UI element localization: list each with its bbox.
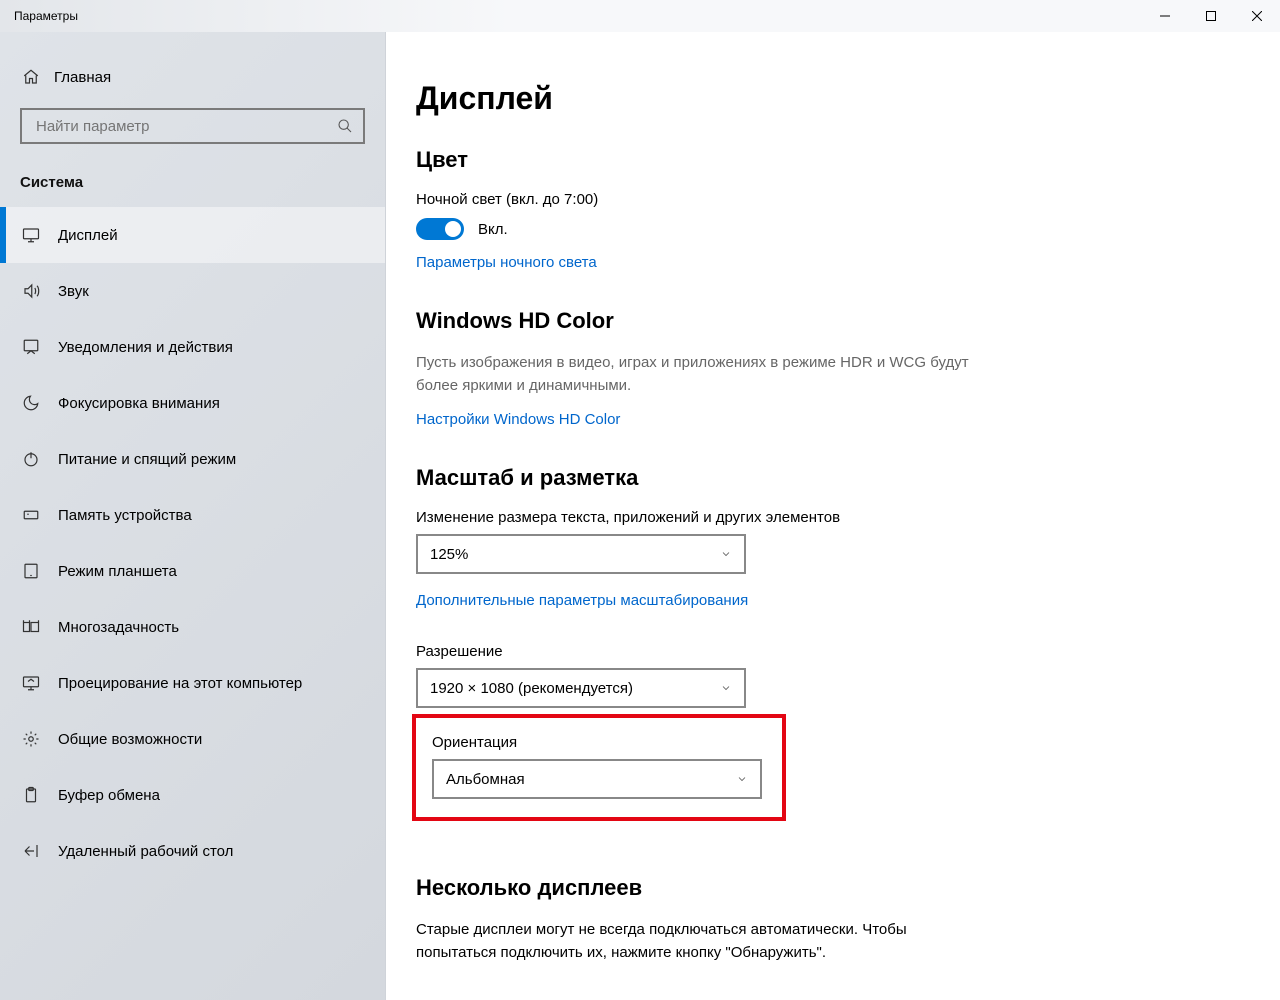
sidebar-item-label: Память устройства [58,507,192,524]
multi-display-desc: Старые дисплеи могут не всегда подключат… [416,919,976,964]
notifications-icon [20,338,42,356]
night-light-settings-link[interactable]: Параметры ночного света [416,254,597,271]
sidebar-item-sound[interactable]: Звук [0,263,385,319]
scale-heading: Масштаб и разметка [416,465,976,491]
sidebar-item-label: Буфер обмена [58,787,160,804]
resolution-label: Разрешение [416,643,976,660]
sidebar-item-power[interactable]: Питание и спящий режим [0,431,385,487]
sound-icon [20,282,42,300]
toggle-state-label: Вкл. [478,221,508,238]
toggle-switch-on [416,218,464,240]
content-pane: Дисплей Цвет Ночной свет (вкл. до 7:00) … [386,32,1280,1000]
storage-icon [20,506,42,524]
page-title: Дисплей [416,80,1250,117]
hdr-heading: Windows HD Color [416,308,976,334]
sidebar-item-notifications[interactable]: Уведомления и действия [0,319,385,375]
sidebar-item-label: Общие возможности [58,731,202,748]
advanced-scaling-link[interactable]: Дополнительные параметры масштабирования [416,592,748,609]
search-icon [337,118,353,134]
scale-size-value: 125% [430,546,468,563]
clipboard-icon [20,786,42,804]
color-heading: Цвет [416,147,976,173]
orientation-select[interactable]: Альбомная [432,759,762,799]
remote-icon [20,842,42,860]
multitask-icon [20,618,42,636]
sidebar-item-multitask[interactable]: Многозадачность [0,599,385,655]
hdr-settings-link[interactable]: Настройки Windows HD Color [416,411,620,428]
night-light-toggle[interactable]: Вкл. [416,218,976,240]
scale-size-select[interactable]: 125% [416,534,746,574]
sidebar-item-focus[interactable]: Фокусировка внимания [0,375,385,431]
night-light-caption: Ночной свет (вкл. до 7:00) [416,191,976,208]
sidebar-item-storage[interactable]: Память устройства [0,487,385,543]
sidebar-item-label: Звук [58,283,89,300]
sidebar-item-label: Питание и спящий режим [58,451,236,468]
close-button[interactable] [1234,0,1280,32]
sidebar-item-label: Удаленный рабочий стол [58,843,233,860]
home-icon [20,68,42,86]
maximize-button[interactable] [1188,0,1234,32]
sidebar-item-label: Многозадачность [58,619,179,636]
minimize-button[interactable] [1142,0,1188,32]
sidebar-item-shared[interactable]: Общие возможности [0,711,385,767]
titlebar: Параметры [0,0,1280,32]
project-icon [20,674,42,692]
multi-display-heading: Несколько дисплеев [416,875,976,901]
home-link[interactable]: Главная [0,58,385,108]
hdr-description: Пусть изображения в видео, играх и прило… [416,352,976,397]
orientation-value: Альбомная [446,771,525,788]
resolution-value: 1920 × 1080 (рекомендуется) [430,680,633,697]
scale-size-label: Изменение размера текста, приложений и д… [416,509,976,526]
home-label: Главная [54,69,111,86]
chevron-down-icon [720,682,732,694]
sidebar-item-label: Фокусировка внимания [58,395,220,412]
sidebar-item-label: Режим планшета [58,563,177,580]
sidebar-item-tablet[interactable]: Режим планшета [0,543,385,599]
nav-list: Дисплей Звук Уведомления и действия Фокусир… [0,207,385,879]
sidebar-item-display[interactable]: Дисплей [0,207,385,263]
power-icon [20,450,42,468]
category-heading: Система [0,164,385,201]
sidebar: Главная Система Дисплей Звук Уведомления и… [0,32,386,1000]
orientation-label: Ориентация [432,734,762,751]
search-box[interactable] [20,108,365,144]
focus-icon [20,394,42,412]
chevron-down-icon [736,773,748,785]
sidebar-item-label: Дисплей [58,227,118,244]
shared-icon [20,730,42,748]
tablet-icon [20,562,42,580]
sidebar-item-label: Уведомления и действия [58,339,233,356]
chevron-down-icon [720,548,732,560]
resolution-select[interactable]: 1920 × 1080 (рекомендуется) [416,668,746,708]
orientation-highlight: Ориентация Альбомная [412,714,786,821]
display-icon [20,226,42,244]
window-title: Параметры [14,9,78,23]
search-input[interactable] [20,108,365,144]
sidebar-item-project[interactable]: Проецирование на этот компьютер [0,655,385,711]
sidebar-item-label: Проецирование на этот компьютер [58,675,302,692]
sidebar-item-remote[interactable]: Удаленный рабочий стол [0,823,385,879]
sidebar-item-clipboard[interactable]: Буфер обмена [0,767,385,823]
